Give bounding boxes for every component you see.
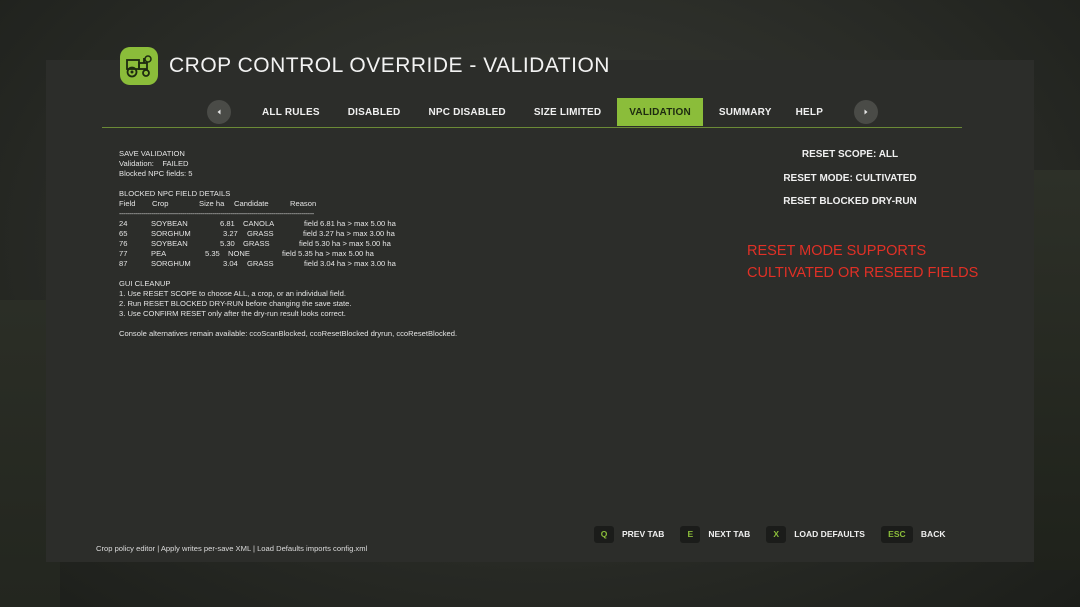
cell-candidate: GRASS: [247, 229, 274, 238]
cell-crop: SORGHUM: [151, 229, 191, 238]
cell-field: 76: [119, 239, 128, 248]
cell-reason: field 3.04 ha > max 3.00 ha: [304, 259, 396, 268]
table-row: 77 PEA 5.35 NONE field 5.35 ha > max 5.0…: [119, 249, 457, 259]
validation-report: SAVE VALIDATION Validation: FAILED Block…: [119, 149, 457, 339]
validation-status: Validation: FAILED: [119, 159, 189, 168]
cell-field: 24: [119, 219, 128, 228]
key-label: LOAD DEFAULTS: [794, 529, 865, 539]
cell-reason: field 3.27 ha > max 3.00 ha: [303, 229, 395, 238]
back-hint[interactable]: ESC BACK: [880, 525, 946, 543]
column-crop: Crop: [152, 199, 169, 208]
footer-note: Crop policy editor | Apply writes per-sa…: [96, 544, 368, 553]
table-row: 76 SOYBEAN 5.30 GRASS field 5.30 ha > ma…: [119, 239, 457, 249]
column-field: Field: [119, 199, 136, 208]
cell-size: 6.81: [220, 219, 235, 228]
cell-candidate: GRASS: [243, 239, 270, 248]
cleanup-step: 3. Use CONFIRM RESET only after the dry-…: [119, 309, 346, 318]
key-label: PREV TAB: [622, 529, 665, 539]
table-row: 24 SOYBEAN 6.81 CANOLA field 6.81 ha > m…: [119, 219, 457, 229]
cell-reason: field 5.35 ha > max 5.00 ha: [282, 249, 374, 258]
cell-size: 5.35: [205, 249, 220, 258]
table-row: 87 SORGHUM 3.04 GRASS field 3.04 ha > ma…: [119, 259, 457, 269]
next-tab-hint[interactable]: E NEXT TAB: [680, 525, 751, 543]
cell-field: 77: [119, 249, 128, 258]
load-defaults-hint[interactable]: X LOAD DEFAULTS: [766, 525, 865, 543]
tab-npc-disabled[interactable]: NPC DISABLED: [416, 98, 517, 126]
background-foliage-right: [1034, 170, 1080, 570]
cell-crop: SOYBEAN: [151, 239, 188, 248]
next-tab-button[interactable]: [854, 100, 879, 124]
reset-dry-run-button[interactable]: RESET BLOCKED DRY-RUN: [760, 195, 940, 209]
tab-underline: [102, 127, 962, 128]
cell-candidate: CANOLA: [243, 219, 275, 228]
cleanup-heading: GUI CLEANUP: [119, 279, 171, 288]
key-label: BACK: [920, 529, 946, 539]
cell-reason: field 6.81 ha > max 5.00 ha: [304, 219, 396, 228]
page-title: CROP CONTROL OVERRIDE - VALIDATION: [169, 54, 610, 77]
chevron-right-icon: [864, 109, 868, 115]
tractor-gear-icon: [120, 47, 158, 85]
warning-line: CULTIVATED OR RESEED FIELDS: [747, 265, 979, 281]
cleanup-step: 1. Use RESET SCOPE to choose ALL, a crop…: [119, 289, 346, 298]
tab-all-rules[interactable]: ALL RULES: [250, 98, 332, 126]
chevron-left-icon: [217, 109, 221, 115]
tab-summary[interactable]: SUMMARY: [707, 98, 784, 126]
reset-mode-button[interactable]: RESET MODE: CULTIVATED: [760, 172, 940, 186]
prev-tab-hint[interactable]: Q PREV TAB: [594, 525, 665, 543]
cell-crop: SOYBEAN: [151, 219, 188, 228]
tab-validation[interactable]: VALIDATION: [617, 98, 703, 126]
key-badge: E: [680, 525, 701, 543]
save-validation-heading: SAVE VALIDATION: [119, 149, 185, 158]
key-hints: Q PREV TAB E NEXT TAB X LOAD DEFAULTS ES…: [594, 525, 945, 543]
details-header-row: Field Crop Size ha Candidate Reason: [119, 199, 457, 209]
warning-message: RESET MODE SUPPORTS CULTIVATED OR RESEED…: [747, 240, 978, 284]
reset-scope-button[interactable]: RESET SCOPE: ALL: [760, 148, 940, 162]
cell-size: 5.30: [220, 239, 235, 248]
blocked-count: Blocked NPC fields: 5: [119, 169, 193, 178]
cell-candidate: NONE: [228, 249, 250, 258]
reset-actions: RESET SCOPE: ALL RESET MODE: CULTIVATED …: [760, 148, 940, 219]
cell-field: 65: [119, 229, 128, 238]
page-header: CROP CONTROL OVERRIDE - VALIDATION: [120, 47, 610, 85]
table-row: 65 SORGHUM 3.27 GRASS field 3.27 ha > ma…: [119, 229, 457, 239]
key-label: NEXT TAB: [708, 529, 751, 539]
cell-field: 87: [119, 259, 128, 268]
cell-crop: SORGHUM: [151, 259, 191, 268]
details-heading: BLOCKED NPC FIELD DETAILS: [119, 189, 231, 198]
console-note: Console alternatives remain available: c…: [119, 329, 458, 338]
cell-crop: PEA: [151, 249, 167, 258]
cell-reason: field 5.30 ha > max 5.00 ha: [299, 239, 391, 248]
table-separator: ----------------------------------------…: [119, 209, 314, 218]
cleanup-step: 2. Run RESET BLOCKED DRY-RUN before chan…: [119, 299, 352, 308]
key-badge: ESC: [880, 525, 913, 543]
cell-candidate: GRASS: [247, 259, 274, 268]
key-badge: X: [766, 525, 787, 543]
cell-size: 3.04: [223, 259, 238, 268]
column-reason: Reason: [290, 199, 317, 208]
tab-size-limited[interactable]: SIZE LIMITED: [522, 98, 613, 126]
tab-help[interactable]: HELP: [784, 98, 835, 126]
column-size: Size ha: [199, 199, 225, 208]
column-candidate: Candidate: [234, 199, 269, 208]
key-badge: Q: [594, 525, 614, 543]
warning-line: RESET MODE SUPPORTS: [747, 243, 927, 259]
prev-tab-button[interactable]: [207, 100, 231, 124]
cell-size: 3.27: [223, 229, 238, 238]
tab-bar: ALL RULES DISABLED NPC DISABLED SIZE LIM…: [207, 98, 879, 126]
tab-disabled[interactable]: DISABLED: [336, 98, 413, 126]
